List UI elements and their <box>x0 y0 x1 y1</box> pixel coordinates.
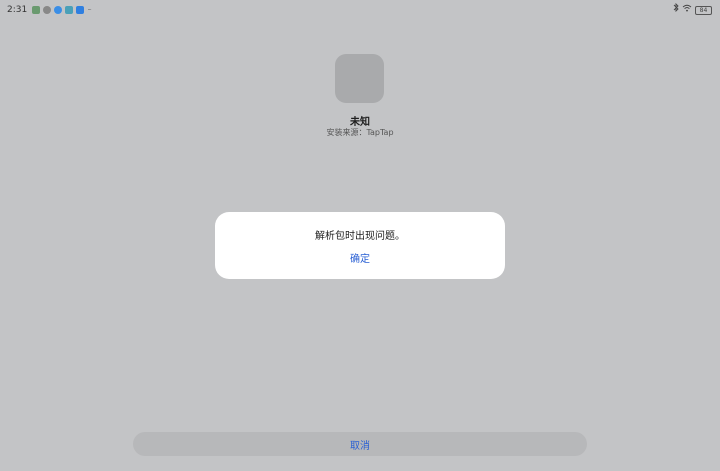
app-icon-placeholder <box>335 54 384 103</box>
bluetooth-icon <box>673 2 679 17</box>
confirm-button[interactable]: 确定 <box>330 250 390 265</box>
app-notification-icon-2 <box>43 6 52 14</box>
status-time: 2:31 <box>7 5 28 15</box>
app-notification-icon-4 <box>65 6 74 14</box>
cancel-button[interactable]: 取消 <box>133 432 587 456</box>
wifi-icon <box>682 3 692 17</box>
error-dialog: 解析包时出现问题。 确定 <box>215 212 505 279</box>
more-notifications-indicator: ··· <box>87 6 92 14</box>
app-notification-icon-5 <box>76 6 85 14</box>
status-right: 84 <box>673 2 712 17</box>
status-bar: 2:31 ··· 84 <box>0 2 720 17</box>
cancel-button-label: 取消 <box>350 440 370 452</box>
app-notification-icon-1 <box>32 6 41 14</box>
battery-indicator: 84 <box>695 5 712 15</box>
status-left: 2:31 ··· <box>7 3 92 17</box>
dialog-message: 解析包时出现问题。 <box>315 231 405 242</box>
app-name: 未知 <box>350 117 370 128</box>
app-notification-icon-3 <box>54 6 63 14</box>
install-source-label: 安装来源：TapTap <box>326 128 394 137</box>
